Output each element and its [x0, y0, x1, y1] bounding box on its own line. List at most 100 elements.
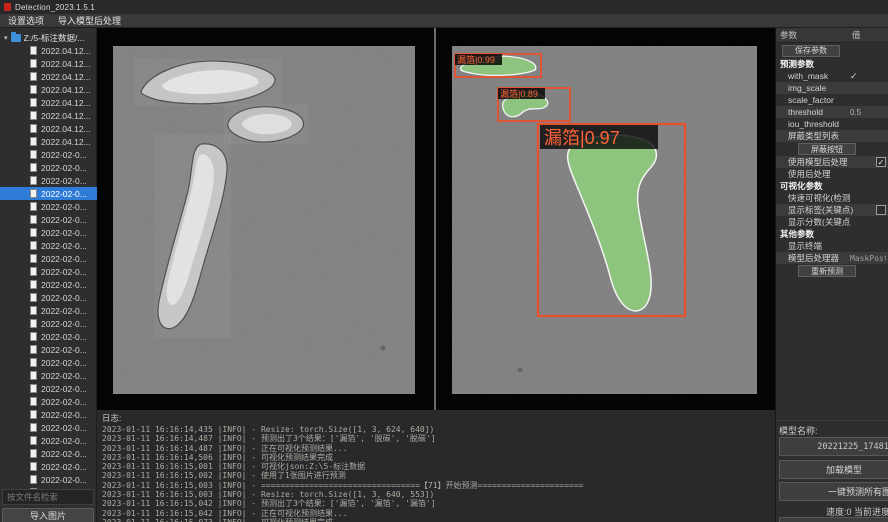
- param-value: 0.5: [850, 108, 886, 117]
- param-section-header: 其他参数: [776, 228, 888, 240]
- menu-item[interactable]: 导入模型后处理: [58, 14, 121, 27]
- tree-item[interactable]: 2022.04.12...: [0, 57, 97, 70]
- tree-item[interactable]: 2022-02-0...: [0, 265, 97, 278]
- tree-item[interactable]: 2022.04.12...: [0, 109, 97, 122]
- prediction-image-canvas[interactable]: 漏箔|0.99 漏箔|0.89 漏箔|0.97: [452, 46, 757, 394]
- tree-item[interactable]: 2022.04.12...: [0, 135, 97, 148]
- log-line: 2023-01-11 16:16:15,042 |INFO| - 正在可视化预测…: [102, 509, 775, 518]
- tree-item[interactable]: 2022-02-0...: [0, 369, 97, 382]
- tree-item-label: 2022-02-0...: [41, 462, 87, 472]
- tree-item[interactable]: 2022-02-0...: [0, 434, 97, 447]
- file-icon: [30, 202, 37, 211]
- tree-item[interactable]: 2022-02-0...: [0, 187, 97, 200]
- tree-item[interactable]: 2022-02-0...: [0, 239, 97, 252]
- tree-item[interactable]: 2022-02-0...: [0, 382, 97, 395]
- tree-item-label: 2022-02-0...: [41, 371, 87, 381]
- tree-item-label: 2022-02-0...: [41, 202, 87, 212]
- param-row[interactable]: img_scale: [776, 82, 888, 94]
- file-icon: [30, 319, 37, 328]
- tree-item[interactable]: 2022-02-0...: [0, 317, 97, 330]
- tree-item[interactable]: 2022-02-0...: [0, 174, 97, 187]
- file-icon: [30, 189, 37, 198]
- tree-item[interactable]: 2022-02-0...: [0, 213, 97, 226]
- predict-all-button[interactable]: 一键预测所有图片: [779, 482, 888, 501]
- tree-item[interactable]: 2022.04.12...: [0, 70, 97, 83]
- param-value: ✓: [850, 71, 886, 82]
- save-params-button[interactable]: 保存参数: [782, 45, 840, 57]
- file-icon: [30, 46, 37, 55]
- param-button[interactable]: 重新预测: [798, 265, 856, 277]
- tree-item[interactable]: 2022-02-0...: [0, 473, 97, 486]
- postprocess-params-button[interactable]: 后处理参数设置: [779, 517, 888, 522]
- tree-item[interactable]: 2022-02-0...: [0, 200, 97, 213]
- tree-item[interactable]: 2022-02-0...: [0, 395, 97, 408]
- tree-item[interactable]: 2022-02-0...: [0, 148, 97, 161]
- param-row[interactable]: 屏蔽类型列表: [776, 130, 888, 142]
- tree-item[interactable]: 2022.04.12...: [0, 83, 97, 96]
- app-logo-icon: [4, 3, 11, 11]
- menu-item[interactable]: 设置选项: [8, 14, 44, 27]
- caret-down-icon[interactable]: ▾: [4, 34, 8, 42]
- model-name-button[interactable]: 20221225_174813: [779, 437, 888, 456]
- param-row[interactable]: 快速可视化(检测): [776, 192, 888, 204]
- tree-item-label: 2022-02-0...: [41, 410, 87, 420]
- tree-item[interactable]: 2022-02-0...: [0, 252, 97, 265]
- param-button[interactable]: 屏蔽按钮: [798, 143, 856, 155]
- tree-item[interactable]: 2022-02-0...: [0, 343, 97, 356]
- tree-item[interactable]: 2022-02-0...: [0, 460, 97, 473]
- file-tree-list[interactable]: ▾ Z:/5-标注数据/... 2022.04.12...2022.04.12.…: [0, 28, 97, 489]
- param-row[interactable]: 模型后处理器MaskPostPro: [776, 252, 888, 264]
- param-checkbox[interactable]: [876, 205, 886, 215]
- param-row[interactable]: 显示终端: [776, 240, 888, 252]
- tree-item[interactable]: 2022.04.12...: [0, 122, 97, 135]
- file-icon: [30, 475, 37, 484]
- image-viewer: 漏箔|0.99 漏箔|0.89 漏箔|0.97: [97, 28, 775, 410]
- tree-item[interactable]: 2022-02-0...: [0, 356, 97, 369]
- import-images-button[interactable]: 导入图片: [2, 508, 94, 522]
- param-row[interactable]: threshold0.5: [776, 106, 888, 118]
- log-line: 2023-01-11 16:16:15,002 |INFO| - 使用了1张图片…: [102, 471, 775, 480]
- file-icon: [30, 280, 37, 289]
- param-row[interactable]: 使用模型后处理✓: [776, 156, 888, 168]
- tree-item-label: 2022.04.12...: [41, 124, 91, 134]
- tree-item-label: 2022-02-0...: [41, 423, 87, 433]
- tree-item[interactable]: 2022-02-0...: [0, 226, 97, 239]
- tree-item-label: 2022-02-0...: [41, 189, 87, 199]
- tree-item[interactable]: 2022-02-0...: [0, 330, 97, 343]
- tree-item-label: 2022-02-0...: [41, 449, 87, 459]
- tree-item[interactable]: 2022-02-0...: [0, 278, 97, 291]
- load-model-button[interactable]: 加载模型: [779, 460, 888, 479]
- log-line: 2023-01-11 16:16:15,003 |INFO| - Resize:…: [102, 490, 775, 499]
- log-line: 2023-01-11 16:16:15,001 |INFO| - 可视化json…: [102, 462, 775, 471]
- param-row[interactable]: with_mask✓: [776, 70, 888, 82]
- viewer-splitter[interactable]: [434, 28, 436, 410]
- file-icon: [30, 59, 37, 68]
- tree-item-label: 2022-02-0...: [41, 332, 87, 342]
- search-input[interactable]: [2, 489, 94, 505]
- param-row[interactable]: 显示标签(关键点): [776, 204, 888, 216]
- tree-item[interactable]: 2022.04.12...: [0, 44, 97, 57]
- log-area[interactable]: 日志: 2023-01-11 16:16:14,435 |INFO| - Res…: [97, 410, 775, 522]
- param-row[interactable]: scale_factor: [776, 94, 888, 106]
- param-button-row: 屏蔽按钮: [776, 142, 888, 156]
- tree-item-label: 2022-02-0...: [41, 150, 87, 160]
- file-icon: [30, 72, 37, 81]
- tree-item[interactable]: 2022.04.12...: [0, 96, 97, 109]
- tree-item-label: 2022-02-0...: [41, 267, 87, 277]
- tree-item[interactable]: 2022-02-0...: [0, 291, 97, 304]
- param-label: img_scale: [788, 83, 850, 93]
- tree-item[interactable]: 2022-02-0...: [0, 447, 97, 460]
- param-row[interactable]: 显示分数(关键点): [776, 216, 888, 228]
- tree-item-label: 2022.04.12...: [41, 46, 91, 56]
- tree-item[interactable]: 2022-02-0...: [0, 408, 97, 421]
- file-icon: [30, 254, 37, 263]
- tree-root-item[interactable]: ▾ Z:/5-标注数据/...: [0, 31, 97, 44]
- tree-item[interactable]: 2022-02-0...: [0, 421, 97, 434]
- param-row[interactable]: 使用后处理: [776, 168, 888, 180]
- param-row[interactable]: iou_threshold: [776, 118, 888, 130]
- param-checkbox[interactable]: ✓: [876, 157, 886, 167]
- tree-item[interactable]: 2022-02-0...: [0, 161, 97, 174]
- original-image-canvas[interactable]: [113, 46, 415, 394]
- param-label: 显示标签(关键点): [788, 204, 876, 216]
- tree-item[interactable]: 2022-02-0...: [0, 304, 97, 317]
